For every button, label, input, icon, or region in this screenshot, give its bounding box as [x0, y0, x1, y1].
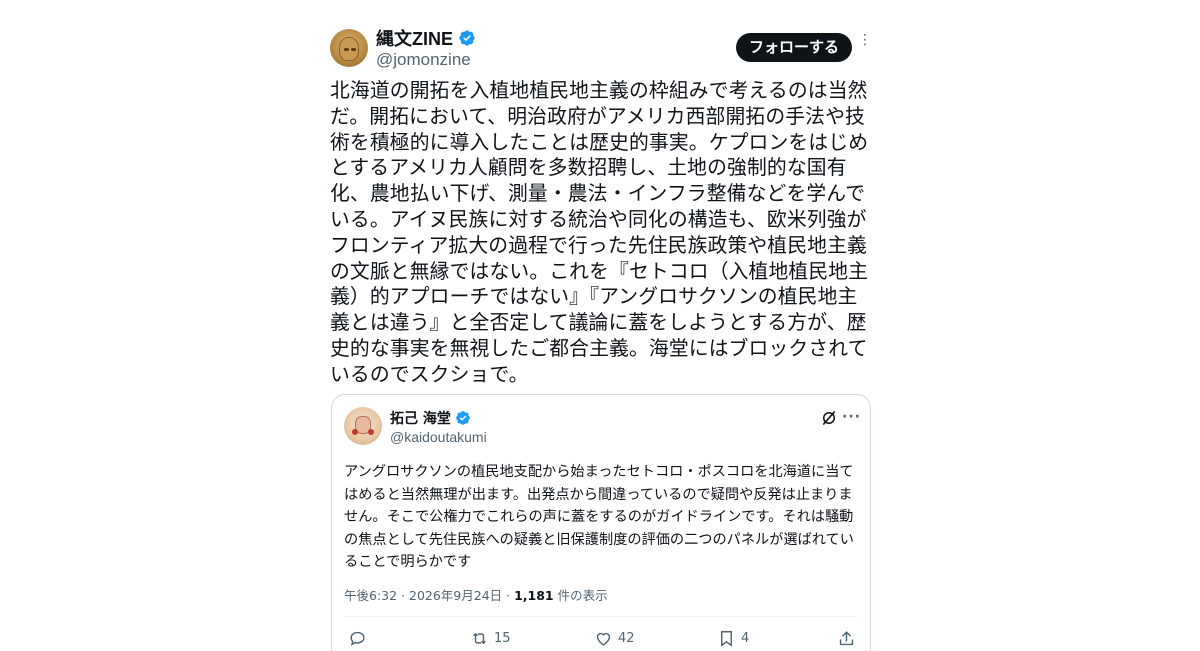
bookmark-count: 4	[741, 631, 750, 646]
quoted-author-row: 拓己 海堂	[390, 408, 471, 428]
bookmark-icon	[721, 631, 732, 647]
verified-badge-icon	[456, 411, 470, 425]
action-bar: 15 42 4	[344, 629, 858, 651]
reply-icon	[350, 631, 365, 646]
avatar-detail	[352, 429, 358, 435]
quoted-more-options-icon[interactable]: ···	[842, 409, 861, 425]
more-options-icon[interactable]: ⋮	[858, 33, 872, 60]
avatar-eye	[351, 48, 356, 51]
quoted-body: アングロサクソンの植民地支配から始まったセトコロ・ポスコロを北海道に当て はめる…	[344, 461, 864, 574]
tweet-body-line: 北海道の開拓を入植地植民地主義の枠組みで考えるのは当然	[330, 79, 868, 102]
tweet-body-line: 義とは違う』と全否定して議論に蓋をしようとする方が、歴	[330, 311, 867, 335]
like-count: 42	[618, 631, 635, 646]
quoted-author-handle[interactable]: @kaidoutakumi	[390, 429, 487, 445]
retweet-icon	[473, 633, 486, 644]
author-name-row: 縄文ZINE	[376, 25, 476, 51]
reply-button[interactable]	[348, 629, 372, 648]
quoted-body-line: はめると当然無理が出ます。出発点から間違っているので疑問や反発は止まりま	[344, 486, 853, 503]
tweet-body-line: 義）的アプローチではない』『アングロサクソンの植民地主	[330, 285, 858, 309]
quoted-tweet[interactable]: 拓己 海堂 @kaidoutakumi ··· アングロサクソンの植民地支配から…	[331, 394, 871, 651]
like-button[interactable]: 42	[594, 629, 635, 648]
quoted-avatar[interactable]	[344, 407, 382, 445]
tweet-body-line: とするアメリカ人顧問を多数招聘し、土地の強制的な国有	[330, 156, 847, 180]
tweet-body-line: いるのでスクショで。	[330, 362, 529, 386]
tweet-body-line: 史的な事実を無視したご都合主義。海堂にはブロックされて	[330, 336, 868, 360]
quoted-author-name[interactable]: 拓己 海堂	[390, 408, 451, 428]
retweet-button[interactable]: 15	[470, 629, 511, 648]
tweet-body-line: の文脈と無縁ではない。これを『セトコロ（入植地植民地主	[330, 259, 869, 283]
avatar-detail	[368, 429, 374, 435]
quoted-body-line: アングロサクソンの植民地支配から始まったセトコロ・ポスコロを北海道に当て	[344, 464, 854, 480]
quoted-timestamp[interactable]: 午後6:32 · 2026年9月24日 ·	[344, 588, 514, 603]
grok-icon[interactable]	[820, 409, 838, 427]
quoted-body-line: ることで明らかです	[344, 554, 472, 571]
tweet-body-line: 術を積極的に導入したことは歴史的事実。ケプロンをはじめ	[330, 130, 869, 154]
avatar-image	[339, 37, 359, 61]
author-name[interactable]: 縄文ZINE	[376, 25, 453, 51]
tweet-body-line: 化、農地払い下げ、測量・農法・インフラ整備などを学んで	[330, 182, 866, 206]
verified-badge-icon	[459, 30, 475, 46]
avatar-eye	[344, 48, 349, 51]
quoted-body-line: せん。そこで公権力でこれらの声に蓋をするのがガイドラインです。それは騒動	[344, 509, 854, 526]
divider	[344, 616, 858, 617]
tweet-header: 縄文ZINE @jomonzine フォローする ⋮	[330, 20, 872, 72]
views-label: 件の表示	[553, 588, 608, 603]
follow-button[interactable]: フォローする	[735, 33, 852, 62]
bookmark-button[interactable]: 4	[717, 629, 749, 648]
share-button[interactable]	[837, 629, 856, 648]
retweet-count: 15	[494, 631, 511, 646]
quoted-metadata: 午後6:32 · 2026年9月24日 · 1,181 件の表示	[344, 585, 608, 604]
author-handle[interactable]: @jomonzine	[376, 50, 471, 70]
main-tweet: 縄文ZINE @jomonzine フォローする ⋮ 北海道の開拓を入植地植民地…	[330, 20, 872, 386]
avatar[interactable]	[330, 29, 368, 67]
tweet-body-line: フロンティア拡大の過程で行った先住民族政策や植民地主義	[330, 233, 867, 257]
tweet-body-line: いる。アイヌ民族に対する統治や同化の構造も、欧米列強が	[330, 207, 867, 231]
quoted-body-line: の焦点として先住民族への疑義と旧保護制度の評価の二つのパネルが選ばれてい	[344, 531, 854, 548]
tweet-body-line: だ。開拓において、明治政府がアメリカ西部開拓の手法や技	[330, 104, 865, 128]
share-icon	[839, 631, 854, 646]
like-icon	[596, 632, 611, 646]
tweet-body: 北海道の開拓を入植地植民地主義の枠組みで考えるのは当然 だ。開拓において、明治政…	[330, 78, 872, 388]
views-count: 1,181	[514, 588, 554, 603]
